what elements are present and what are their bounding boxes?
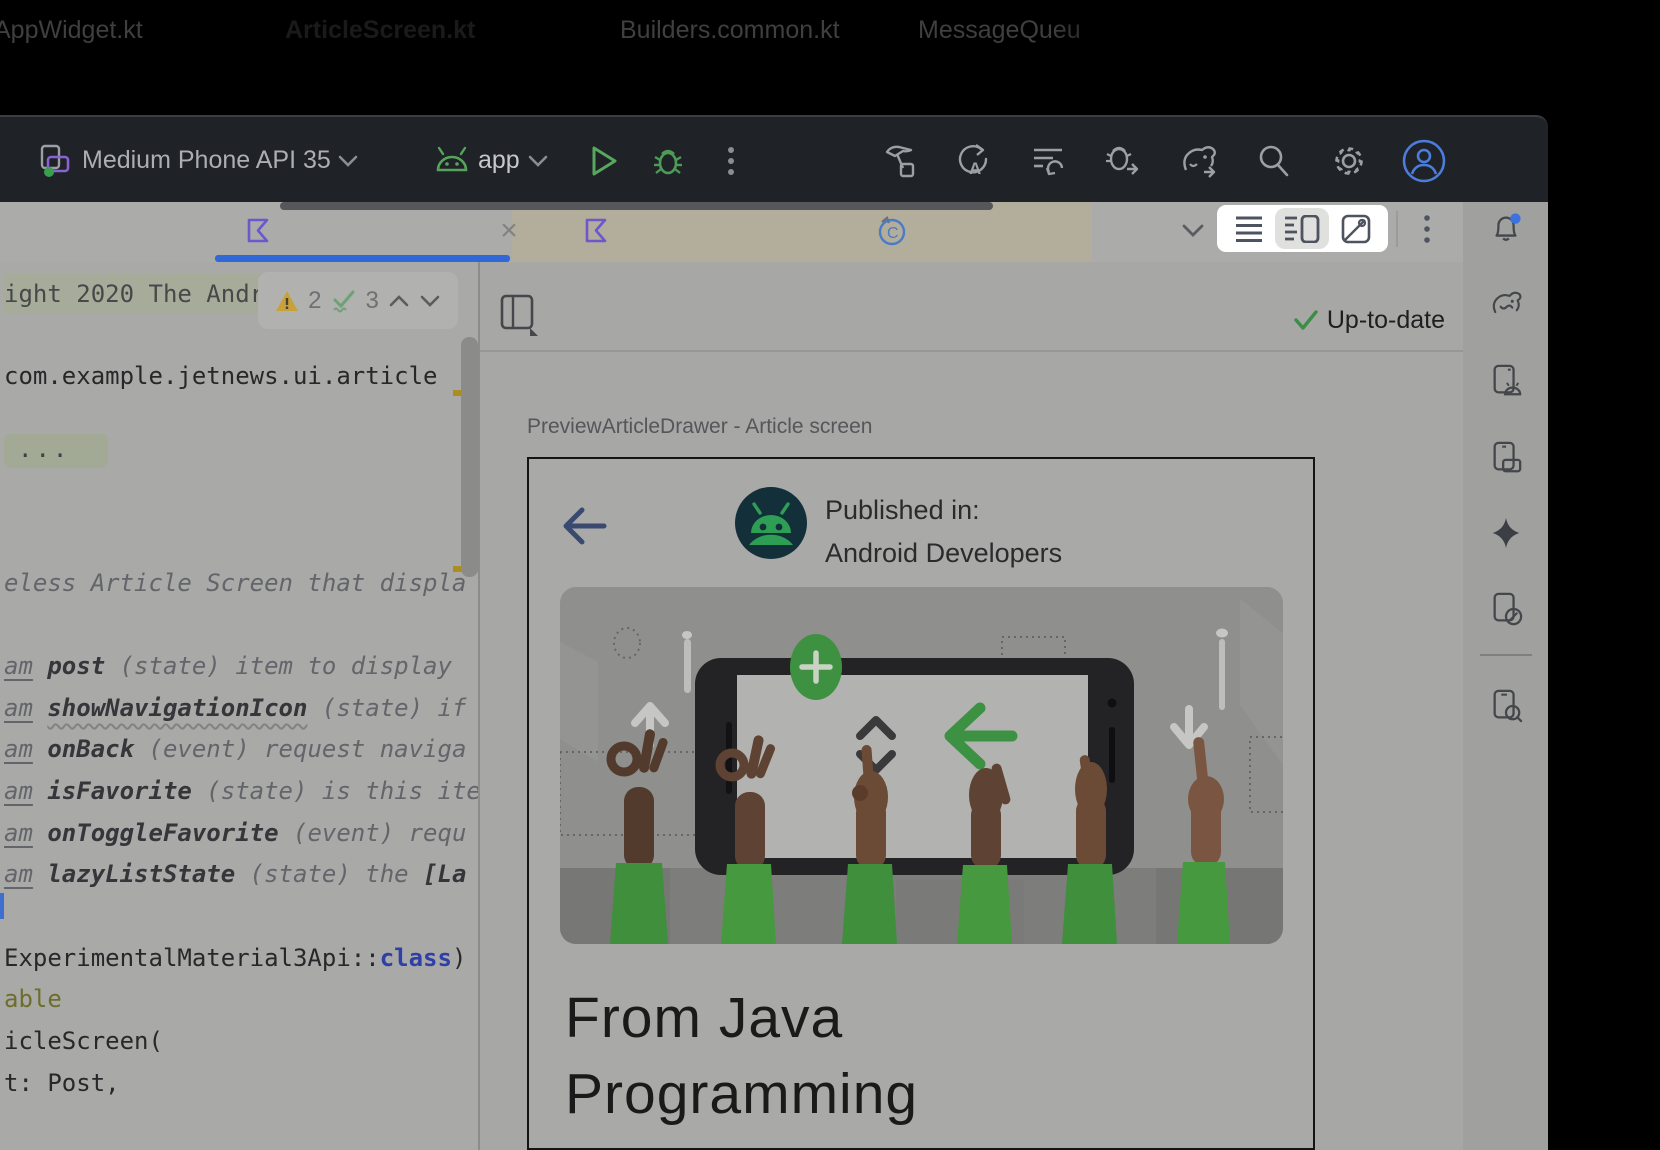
code-line: am onBack (event) request naviga — [4, 732, 466, 766]
java-class-icon: C — [876, 216, 906, 246]
notifications-bell-icon[interactable] — [1489, 211, 1523, 245]
gradle-tool-icon[interactable] — [1489, 287, 1523, 321]
code-line: com.example.jetnews.ui.article — [4, 359, 437, 393]
chevron-down-icon[interactable] — [334, 117, 362, 204]
close-tab-icon[interactable]: × — [494, 202, 524, 262]
more-options-icon[interactable] — [716, 117, 746, 204]
code-line: am showNavigationIcon (state) if — [4, 691, 466, 725]
code-line: am lazyListState (state) the [La — [4, 857, 466, 891]
tab-options-icon[interactable] — [1422, 214, 1432, 246]
article-title-line1: From Java — [565, 980, 918, 1056]
device-manager-icon[interactable] — [1489, 441, 1523, 475]
article-title: From Java Programming — [565, 980, 918, 1132]
design-view-button[interactable] — [1334, 208, 1378, 249]
code-line: am onToggleFavorite (event) requ — [4, 816, 466, 850]
code-line: t: Post, — [4, 1066, 120, 1100]
right-tool-window-bar — [1463, 202, 1548, 1150]
article-title-line2: Programming — [565, 1056, 918, 1132]
preview-toolbar-divider — [480, 350, 1463, 352]
publisher-avatar — [735, 487, 807, 559]
active-tab-indicator — [215, 255, 510, 262]
attach-debugger-icon[interactable] — [1100, 117, 1144, 204]
tab-builders-common[interactable]: Builders.common.kt — [620, 0, 840, 60]
tab-toolbar-divider — [1396, 211, 1398, 247]
logcat-tool-icon[interactable] — [1489, 364, 1523, 398]
svg-text:A: A — [969, 159, 981, 178]
device-selector[interactable]: Medium Phone API 35 — [82, 117, 331, 204]
check-icon — [1293, 309, 1319, 331]
view-mode-switcher-spotlight — [1217, 205, 1388, 252]
chevron-down-icon[interactable] — [524, 117, 552, 204]
debug-button[interactable] — [648, 117, 688, 204]
main-toolbar: Medium Phone API 35 app — [0, 115, 1548, 204]
tab-messagequeue[interactable]: MessageQueu — [918, 0, 1158, 60]
warning-count: 2 — [308, 287, 321, 315]
apply-changes-icon[interactable]: A — [952, 117, 996, 204]
back-arrow-icon — [560, 505, 608, 547]
svg-text:C: C — [887, 225, 899, 242]
search-icon[interactable] — [1254, 117, 1294, 204]
preview-status-text: Up-to-date — [1327, 306, 1445, 335]
preview-composable-label[interactable]: PreviewArticleDrawer - Article screen — [527, 415, 872, 439]
vcs-change-marker — [0, 893, 4, 919]
gemini-spark-icon[interactable] — [1489, 516, 1523, 550]
warning-icon — [275, 290, 299, 312]
tab-appwidget[interactable]: AppWidget.kt — [0, 0, 143, 60]
editor-code[interactable]: ight 2020 The Andr com.example.jetnews.ui… — [0, 262, 478, 1150]
tab-scrollbar[interactable] — [280, 202, 993, 210]
checks-count: 3 — [366, 287, 379, 315]
split-view-button-selected[interactable] — [1275, 208, 1329, 249]
preview-status: Up-to-date — [1155, 303, 1445, 337]
kotlin-file-icon — [584, 218, 609, 243]
device-selector-icon[interactable] — [34, 117, 78, 204]
code-line: ... — [4, 432, 108, 466]
next-issue-chevron-icon[interactable] — [419, 294, 441, 308]
device-explorer-icon[interactable] — [1489, 689, 1523, 723]
code-line: icleScreen( — [4, 1024, 163, 1058]
editor-scrollbar[interactable] — [461, 337, 478, 577]
tab-articlescreen[interactable]: ArticleScreen.kt — [285, 0, 475, 60]
run-configuration[interactable]: app — [478, 117, 520, 204]
screenshot-root: Medium Phone API 35 app — [0, 0, 1660, 1150]
build-hammer-icon[interactable] — [878, 117, 922, 204]
hidden-tabs-chevron-icon[interactable] — [1180, 222, 1206, 240]
publisher-name: Android Developers — [825, 532, 1062, 575]
code-line: ight 2020 The Andr — [4, 274, 278, 314]
code-line: able — [4, 982, 62, 1016]
inspection-widget[interactable]: 2 3 — [258, 272, 458, 329]
apply-code-changes-icon[interactable] — [1026, 117, 1070, 204]
published-in-block: Published in: Android Developers — [825, 489, 1062, 575]
code-line: ExperimentalMaterial3Api::class) — [4, 941, 466, 975]
android-logo-icon — [430, 117, 474, 204]
user-avatar[interactable] — [1400, 117, 1448, 204]
code-line: eless Article Screen that displa — [4, 566, 466, 600]
checks-passed-icon — [331, 288, 357, 314]
sidebar-divider — [1480, 654, 1532, 656]
running-devices-icon[interactable] — [1489, 592, 1523, 626]
code-view-button[interactable] — [1227, 208, 1271, 249]
kotlin-file-icon — [246, 218, 271, 243]
code-line: am post (state) item to display — [4, 649, 452, 683]
code-line: am isFavorite (state) is this ite — [4, 774, 478, 808]
preview-layout-mode-icon[interactable] — [500, 294, 540, 336]
run-button[interactable] — [586, 117, 622, 204]
published-in-label: Published in: — [825, 489, 1062, 532]
prev-issue-chevron-icon[interactable] — [388, 294, 410, 308]
gradle-sync-icon[interactable] — [1176, 117, 1222, 204]
article-hero-image — [560, 587, 1283, 944]
settings-gear-icon[interactable] — [1328, 117, 1370, 204]
